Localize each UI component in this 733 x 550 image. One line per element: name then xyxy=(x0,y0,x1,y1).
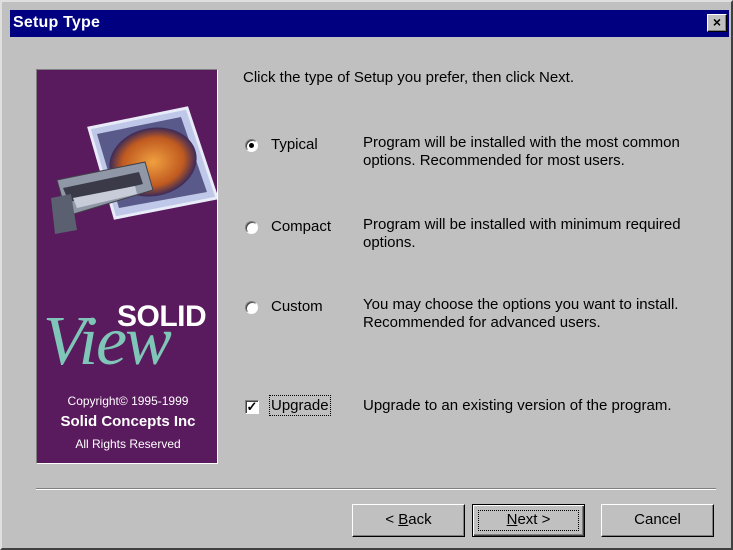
copyright-text: Copyright© 1995-1999 xyxy=(67,394,189,408)
instructions-text: Click the type of Setup you prefer, then… xyxy=(243,69,574,86)
typical-description: Program will be installed with the most … xyxy=(363,134,680,169)
cancel-button[interactable]: Cancel xyxy=(601,504,714,537)
custom-radio[interactable] xyxy=(245,301,258,314)
cancel-button-label: Cancel xyxy=(634,511,681,528)
back-button[interactable]: < Back xyxy=(352,504,465,537)
typical-label[interactable]: Typical xyxy=(271,136,318,153)
next-button-rest: ext > xyxy=(517,511,551,528)
back-button-rest: ack xyxy=(408,511,432,528)
window-title: Setup Type xyxy=(13,14,101,31)
compact-radio[interactable] xyxy=(245,221,258,234)
back-button-prefix: < xyxy=(385,511,399,528)
close-icon: × xyxy=(712,14,722,30)
rights-text: All Rights Reserved xyxy=(75,437,181,451)
compact-description: Program will be installed with minimum r… xyxy=(363,216,681,251)
logo-solid-text: SOLID xyxy=(117,300,207,333)
upgrade-checkbox[interactable]: ✓ xyxy=(245,400,259,414)
back-button-accel: B xyxy=(398,511,409,528)
compact-label[interactable]: Compact xyxy=(271,218,331,235)
close-button[interactable]: × xyxy=(707,14,727,32)
title-bar[interactable]: Setup Type × xyxy=(10,10,729,37)
next-button-accel: N xyxy=(506,511,518,528)
custom-description: You may choose the options you want to i… xyxy=(363,296,679,331)
scanner-graphic-icon xyxy=(51,106,217,234)
company-name: Solid Concepts Inc xyxy=(60,413,196,430)
upgrade-description: Upgrade to an existing version of the pr… xyxy=(363,397,672,414)
typical-radio[interactable] xyxy=(245,139,258,152)
setup-type-window: Setup Type × View SOLID Copyright© 1995-… xyxy=(0,0,733,550)
custom-label[interactable]: Custom xyxy=(271,298,323,315)
next-button[interactable]: Next > xyxy=(472,504,585,537)
product-logo-panel: View SOLID Copyright© 1995-1999 Solid Co… xyxy=(36,69,218,464)
separator xyxy=(36,488,716,490)
upgrade-label[interactable]: Upgrade xyxy=(269,395,331,416)
